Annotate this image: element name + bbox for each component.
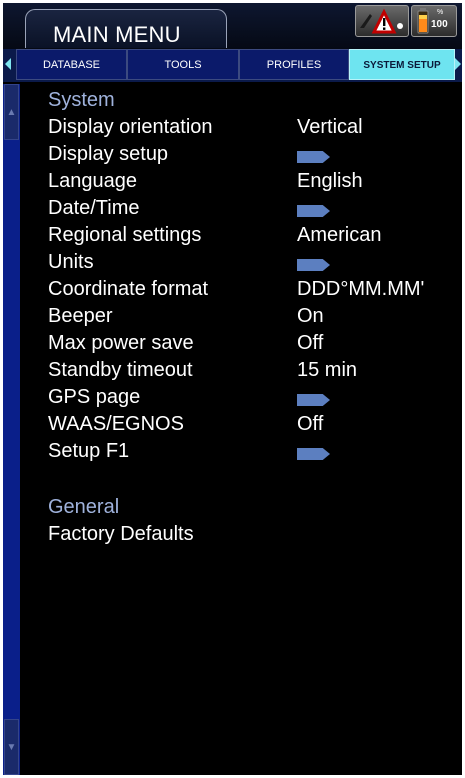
menu-item-date-time[interactable]: Date/Time — [48, 197, 458, 224]
menu-item-label: Display orientation — [48, 116, 213, 138]
menu-item-label: Beeper — [48, 305, 113, 327]
menu-item-coordinate-format[interactable]: Coordinate format DDD°MM.MM' — [48, 278, 458, 305]
menu-item-label: Setup F1 — [48, 440, 130, 462]
submenu-arrow-icon — [297, 205, 330, 217]
tab-system-setup[interactable]: SYSTEM SETUP — [349, 49, 455, 80]
menu-item-value: Off — [297, 413, 324, 435]
warning-icon-graphic — [360, 8, 403, 34]
menu-item-label: Date/Time — [48, 197, 140, 219]
menu-item-value: Off — [297, 332, 324, 354]
tab-database[interactable]: DATABASE — [16, 49, 127, 80]
menu-item-value: English — [297, 170, 363, 192]
menu-item-factory-defaults[interactable]: Factory Defaults — [48, 523, 458, 550]
menu-item-label: Max power save — [48, 332, 194, 354]
menu-item-regional-settings[interactable]: Regional settings American — [48, 224, 458, 251]
tab-scroll-right-icon[interactable] — [455, 58, 461, 70]
tab-scroll-left-icon[interactable] — [5, 58, 11, 70]
submenu-arrow-icon — [297, 259, 330, 271]
battery-pct-sign: % — [437, 9, 444, 16]
battery-icon[interactable]: % 100 — [411, 5, 457, 37]
menu-item-value: DDD°MM.MM' — [297, 278, 425, 300]
menu-item-label: WAAS/EGNOS — [48, 413, 184, 435]
menu-item-display-orientation[interactable]: Display orientation Vertical — [48, 116, 458, 143]
submenu-arrow-icon — [297, 151, 330, 163]
submenu-arrow-icon — [297, 394, 330, 406]
menu-item-beeper[interactable]: Beeper On — [48, 305, 458, 332]
menu-item-setup-f1[interactable]: Setup F1 — [48, 440, 458, 467]
tab-tools[interactable]: TOOLS — [127, 49, 239, 80]
menu-item-value: 15 min — [297, 359, 358, 381]
menu-item-label: Coordinate format — [48, 278, 209, 300]
menu-item-units[interactable]: Units — [48, 251, 458, 278]
warning-icon[interactable] — [355, 5, 409, 37]
page-title: MAIN MENU — [53, 22, 181, 47]
menu-item-language[interactable]: Language English — [48, 170, 458, 197]
menu-item-label: Language — [48, 170, 137, 192]
section-title-system: System — [48, 89, 115, 111]
submenu-arrow-icon — [297, 448, 330, 460]
menu-item-value: American — [297, 224, 382, 246]
menu-item-label: Factory Defaults — [48, 523, 194, 545]
tab-profiles[interactable]: PROFILES — [239, 49, 349, 80]
header-bar: MAIN MENU % 100 — [3, 3, 462, 49]
menu-item-label: Standby timeout — [48, 359, 193, 381]
menu-item-gps-page[interactable]: GPS page — [48, 386, 458, 413]
menu-item-label: Regional settings — [48, 224, 202, 246]
battery-level: 100 — [431, 19, 448, 30]
menu-item-value: On — [297, 305, 324, 327]
menu-item-standby-timeout[interactable]: Standby timeout 15 min — [48, 359, 458, 386]
menu-item-label: GPS page — [48, 386, 141, 408]
section-title-general: General — [48, 496, 120, 518]
status-icons: % 100 — [355, 5, 457, 37]
device-screen: MAIN MENU % 100 DATABASE TOOLS PROFILES … — [3, 3, 462, 775]
menu-item-display-setup[interactable]: Display setup — [48, 143, 458, 170]
menu-content: System Display orientation Vertical Disp… — [3, 84, 462, 775]
menu-item-label: Units — [48, 251, 94, 273]
tab-bar: DATABASE TOOLS PROFILES SYSTEM SETUP — [3, 49, 462, 82]
menu-item-max-power-save[interactable]: Max power save Off — [48, 332, 458, 359]
menu-item-waas-egnos[interactable]: WAAS/EGNOS Off — [48, 413, 458, 440]
menu-item-value: Vertical — [297, 116, 363, 138]
menu-item-label: Display setup — [48, 143, 169, 165]
